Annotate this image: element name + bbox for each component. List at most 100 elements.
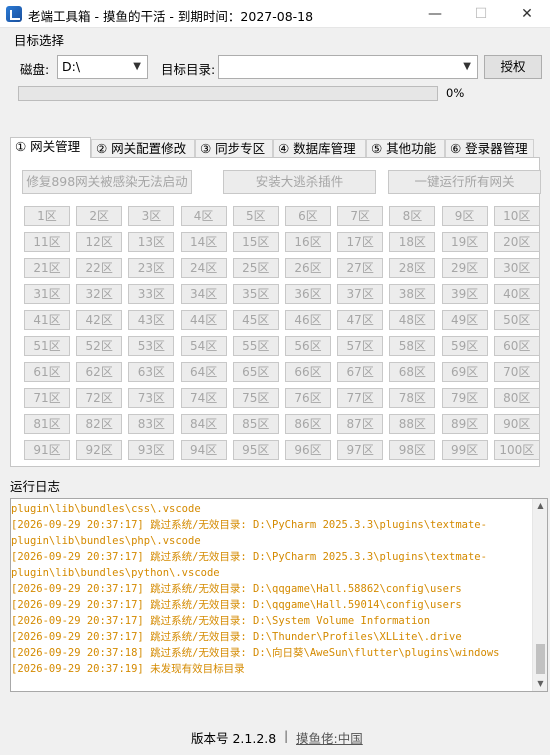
zone-button-48[interactable]: 48区 bbox=[389, 310, 436, 330]
zone-button-4[interactable]: 4区 bbox=[180, 206, 227, 226]
zone-button-34[interactable]: 34区 bbox=[180, 284, 227, 304]
tab-4[interactable]: ④ 数据库管理 bbox=[273, 139, 366, 157]
scroll-thumb[interactable] bbox=[536, 644, 545, 674]
zone-button-99[interactable]: 99区 bbox=[441, 440, 488, 460]
minimize-button[interactable]: — bbox=[412, 0, 458, 28]
zone-button-67[interactable]: 67区 bbox=[337, 362, 384, 382]
zone-button-93[interactable]: 93区 bbox=[128, 440, 175, 460]
zone-button-80[interactable]: 80区 bbox=[493, 388, 540, 408]
close-button[interactable]: ✕ bbox=[504, 0, 550, 28]
zone-button-100[interactable]: 100区 bbox=[493, 440, 540, 460]
zone-button-97[interactable]: 97区 bbox=[337, 440, 384, 460]
zone-button-83[interactable]: 83区 bbox=[128, 414, 175, 434]
zone-button-22[interactable]: 22区 bbox=[76, 258, 123, 278]
zone-button-50[interactable]: 50区 bbox=[493, 310, 540, 330]
zone-button-74[interactable]: 74区 bbox=[180, 388, 227, 408]
scroll-up-icon[interactable]: ▲ bbox=[533, 499, 547, 513]
maximize-button[interactable]: ☐ bbox=[458, 0, 504, 28]
zone-button-1[interactable]: 1区 bbox=[24, 206, 70, 226]
zone-button-77[interactable]: 77区 bbox=[337, 388, 384, 408]
zone-button-32[interactable]: 32区 bbox=[76, 284, 123, 304]
zone-button-86[interactable]: 86区 bbox=[285, 414, 331, 434]
zone-button-81[interactable]: 81区 bbox=[24, 414, 70, 434]
zone-button-17[interactable]: 17区 bbox=[337, 232, 384, 252]
zone-button-13[interactable]: 13区 bbox=[128, 232, 175, 252]
log-output[interactable]: plugin\lib\bundles\css\.vscode [2026-09-2… bbox=[10, 498, 548, 692]
zone-button-72[interactable]: 72区 bbox=[76, 388, 123, 408]
zone-button-30[interactable]: 30区 bbox=[493, 258, 540, 278]
run-all-gateways-button[interactable]: 一键运行所有网关 bbox=[388, 170, 541, 194]
zone-button-3[interactable]: 3区 bbox=[128, 206, 175, 226]
zone-button-47[interactable]: 47区 bbox=[337, 310, 384, 330]
zone-button-33[interactable]: 33区 bbox=[128, 284, 175, 304]
zone-button-73[interactable]: 73区 bbox=[128, 388, 175, 408]
zone-button-35[interactable]: 35区 bbox=[232, 284, 279, 304]
zone-button-68[interactable]: 68区 bbox=[389, 362, 436, 382]
zone-button-6[interactable]: 6区 bbox=[285, 206, 331, 226]
zone-button-40[interactable]: 40区 bbox=[493, 284, 540, 304]
zone-button-26[interactable]: 26区 bbox=[285, 258, 331, 278]
zone-button-20[interactable]: 20区 bbox=[493, 232, 540, 252]
zone-button-66[interactable]: 66区 bbox=[285, 362, 331, 382]
zone-button-70[interactable]: 70区 bbox=[493, 362, 540, 382]
zone-button-59[interactable]: 59区 bbox=[441, 336, 488, 356]
zone-button-41[interactable]: 41区 bbox=[24, 310, 70, 330]
zone-button-46[interactable]: 46区 bbox=[285, 310, 331, 330]
zone-button-96[interactable]: 96区 bbox=[285, 440, 331, 460]
zone-button-84[interactable]: 84区 bbox=[180, 414, 227, 434]
zone-button-21[interactable]: 21区 bbox=[24, 258, 70, 278]
log-scrollbar[interactable]: ▲ ▼ bbox=[532, 499, 547, 691]
zone-button-78[interactable]: 78区 bbox=[389, 388, 436, 408]
zone-button-5[interactable]: 5区 bbox=[232, 206, 279, 226]
zone-button-94[interactable]: 94区 bbox=[180, 440, 227, 460]
zone-button-27[interactable]: 27区 bbox=[337, 258, 384, 278]
tab-2[interactable]: ② 网关配置修改 bbox=[91, 139, 195, 157]
zone-button-16[interactable]: 16区 bbox=[285, 232, 331, 252]
authorize-button[interactable]: 授权 bbox=[484, 55, 542, 79]
zone-button-11[interactable]: 11区 bbox=[24, 232, 70, 252]
zone-button-85[interactable]: 85区 bbox=[232, 414, 279, 434]
zone-button-61[interactable]: 61区 bbox=[24, 362, 70, 382]
zone-button-12[interactable]: 12区 bbox=[76, 232, 123, 252]
zone-button-39[interactable]: 39区 bbox=[441, 284, 488, 304]
zone-button-28[interactable]: 28区 bbox=[389, 258, 436, 278]
zone-button-38[interactable]: 38区 bbox=[389, 284, 436, 304]
zone-button-25[interactable]: 25区 bbox=[232, 258, 279, 278]
zone-button-7[interactable]: 7区 bbox=[337, 206, 384, 226]
zone-button-19[interactable]: 19区 bbox=[441, 232, 488, 252]
zone-button-53[interactable]: 53区 bbox=[128, 336, 175, 356]
repair-gateway-button[interactable]: 修复898网关被感染无法启动 bbox=[22, 170, 192, 194]
zone-button-91[interactable]: 91区 bbox=[24, 440, 70, 460]
zone-button-65[interactable]: 65区 bbox=[232, 362, 279, 382]
zone-button-14[interactable]: 14区 bbox=[180, 232, 227, 252]
disk-select[interactable]: D:\ ▼ bbox=[57, 55, 148, 79]
target-dir-select[interactable]: ▼ bbox=[218, 55, 478, 79]
install-plugin-button[interactable]: 安装大逃杀插件 bbox=[223, 170, 376, 194]
tab-6[interactable]: ⑥ 登录器管理 bbox=[445, 139, 534, 157]
zone-button-42[interactable]: 42区 bbox=[76, 310, 123, 330]
zone-button-89[interactable]: 89区 bbox=[441, 414, 488, 434]
zone-button-82[interactable]: 82区 bbox=[76, 414, 123, 434]
zone-button-87[interactable]: 87区 bbox=[337, 414, 384, 434]
zone-button-64[interactable]: 64区 bbox=[180, 362, 227, 382]
zone-button-15[interactable]: 15区 bbox=[232, 232, 279, 252]
zone-button-18[interactable]: 18区 bbox=[389, 232, 436, 252]
zone-button-45[interactable]: 45区 bbox=[232, 310, 279, 330]
zone-button-24[interactable]: 24区 bbox=[180, 258, 227, 278]
tab-3[interactable]: ③ 同步专区 bbox=[195, 139, 273, 157]
zone-button-43[interactable]: 43区 bbox=[128, 310, 175, 330]
zone-button-60[interactable]: 60区 bbox=[493, 336, 540, 356]
zone-button-54[interactable]: 54区 bbox=[180, 336, 227, 356]
zone-button-79[interactable]: 79区 bbox=[441, 388, 488, 408]
zone-button-56[interactable]: 56区 bbox=[285, 336, 331, 356]
zone-button-36[interactable]: 36区 bbox=[285, 284, 331, 304]
zone-button-71[interactable]: 71区 bbox=[24, 388, 70, 408]
author-link[interactable]: 摸鱼佬:中国 bbox=[296, 728, 363, 747]
zone-button-55[interactable]: 55区 bbox=[232, 336, 279, 356]
zone-button-49[interactable]: 49区 bbox=[441, 310, 488, 330]
zone-button-51[interactable]: 51区 bbox=[24, 336, 70, 356]
zone-button-57[interactable]: 57区 bbox=[337, 336, 384, 356]
zone-button-29[interactable]: 29区 bbox=[441, 258, 488, 278]
zone-button-75[interactable]: 75区 bbox=[232, 388, 279, 408]
zone-button-69[interactable]: 69区 bbox=[441, 362, 488, 382]
